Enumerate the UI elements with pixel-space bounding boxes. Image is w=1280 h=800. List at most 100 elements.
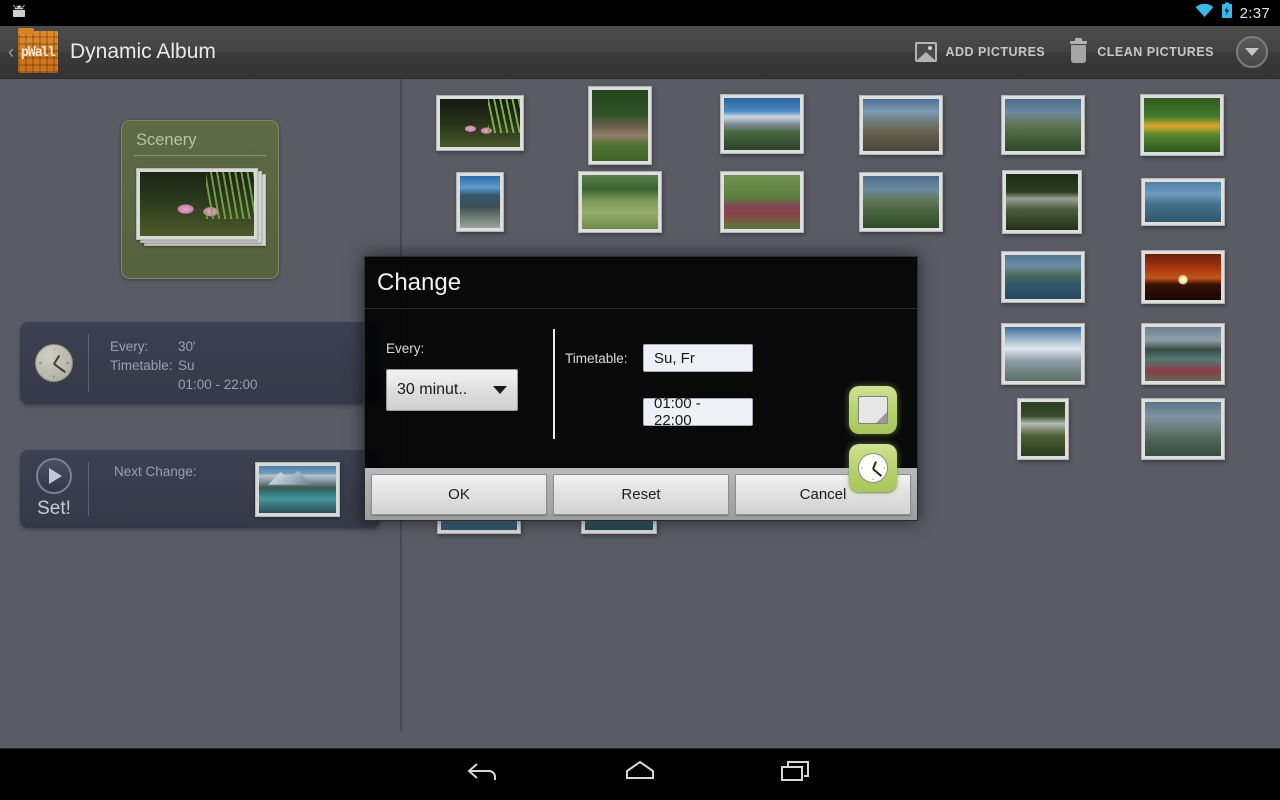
interval-dropdown[interactable]: 30 minut.. (386, 369, 518, 411)
schedule-timetable-value: Su (178, 358, 195, 373)
time-picker-button[interactable] (849, 444, 897, 492)
app-logo-icon[interactable]: pWall (18, 28, 58, 73)
bird-of-paradise-image (1144, 98, 1220, 152)
photo-thumbnail[interactable] (588, 86, 652, 165)
photo-thumbnail[interactable] (859, 95, 943, 155)
set-panel[interactable]: Set! Next Change: (20, 450, 380, 528)
hazy-mountain-image (1145, 402, 1221, 456)
calendar-icon (858, 396, 888, 424)
timetable-field[interactable]: Su, Fr (643, 344, 753, 372)
thistle-flower-image (724, 175, 800, 229)
add-pictures-button[interactable]: ADD PICTURES (903, 27, 1058, 78)
change-dialog: Change Every: 30 minut.. Timetable: Su, … (364, 256, 918, 521)
set-icon-column: Set! (20, 450, 88, 528)
photo-thumbnail[interactable] (1001, 323, 1085, 385)
album-thumbnail-stack (136, 168, 268, 246)
set-panel-separator (88, 462, 89, 516)
interval-value: 30 minut.. (397, 381, 468, 398)
timetable-label: Timetable: (565, 350, 628, 366)
hours-field[interactable]: 01:00 - 22:00 (643, 395, 753, 429)
home-icon[interactable] (617, 758, 663, 792)
up-navigation-caret[interactable]: ‹ (4, 43, 18, 62)
moai-hill-image (1005, 99, 1081, 151)
photo-thumbnail[interactable] (1001, 95, 1085, 155)
status-bar-clock: 2:37 (1239, 4, 1270, 22)
add-pictures-label: ADD PICTURES (945, 45, 1046, 59)
photo-thumbnail[interactable] (1001, 251, 1085, 303)
trash-icon (1069, 37, 1088, 64)
green-meadow-image (582, 175, 658, 229)
schedule-details: Every: 30' Timetable: Su 01:00 - 22:00 (110, 337, 258, 394)
chevron-down-icon (493, 386, 507, 394)
album-title: Scenery (136, 131, 197, 149)
album-card-scenery[interactable]: Scenery (121, 120, 279, 279)
dialog-body: Every: 30 minut.. Timetable: Su, Fr 01:0… (365, 309, 917, 492)
photo-thumbnail[interactable] (436, 95, 524, 151)
timetable-section: Timetable: Su, Fr 01:00 - 22:00 (565, 337, 753, 433)
interval-section: Every: 30 minut.. (386, 341, 536, 411)
ocean-sunset-image (1145, 254, 1221, 300)
dialog-vertical-rule (553, 329, 555, 439)
photo-thumbnail[interactable] (456, 172, 504, 232)
photo-thumbnail[interactable] (720, 94, 804, 154)
clean-pictures-button[interactable]: CLEAN PICTURES (1057, 27, 1226, 78)
volcano-statue-image (863, 99, 939, 151)
action-bar: ‹ pWall Dynamic Album ADD PICTURES CLEAN… (0, 26, 1280, 79)
sea-overlook-image (1005, 255, 1081, 299)
action-bar-actions: ADD PICTURES CLEAN PICTURES (903, 27, 1280, 78)
clock-icon (858, 453, 888, 483)
status-bar-left (0, 4, 28, 23)
photo-thumbnail[interactable] (1140, 94, 1224, 156)
schedule-panel[interactable]: Every: 30' Timetable: Su 01:00 - 22:00 (20, 322, 380, 404)
clock-icon (35, 344, 73, 382)
status-bar-right: 2:37 (1195, 2, 1280, 24)
lake-castle-image (1145, 327, 1221, 381)
photo-thumbnail[interactable] (1141, 398, 1225, 460)
next-change-thumbnail (255, 462, 340, 517)
lotus-pond-image (440, 99, 520, 147)
photo-thumbnail[interactable] (1141, 178, 1225, 226)
back-icon[interactable] (461, 758, 507, 792)
glacier-valley-image (1005, 327, 1081, 381)
clean-pictures-label: CLEAN PICTURES (1097, 45, 1214, 59)
status-bar: 2:37 (0, 0, 1280, 26)
dialog-button-bar: OK Reset Cancel (365, 468, 917, 520)
album-thumbnail-image (140, 172, 254, 236)
blue-seascape-image (1145, 182, 1221, 222)
overflow-menu-button[interactable] (1236, 36, 1268, 68)
schedule-every-value: 30' (178, 339, 196, 354)
battery-charging-icon (1221, 2, 1233, 24)
coast-road-image (863, 176, 939, 228)
set-label: Set! (37, 498, 71, 519)
android-icon (10, 4, 28, 23)
photo-thumbnail[interactable] (578, 171, 662, 233)
photo-thumbnail[interactable] (1141, 250, 1225, 304)
photo-thumbnail[interactable] (1017, 398, 1069, 460)
photo-thumbnail[interactable] (720, 171, 804, 233)
photo-thumbnail[interactable] (1141, 323, 1225, 385)
next-change-label: Next Change: (114, 464, 197, 479)
screen: 2:37 ‹ pWall Dynamic Album ADD PICTURES … (0, 0, 1280, 800)
schedule-every-label: Every: (110, 339, 149, 354)
sea-cliff-image (460, 176, 500, 228)
tall-cascade-image (1021, 402, 1065, 456)
dialog-title: Change (365, 257, 917, 309)
photo-thumbnail[interactable] (859, 172, 943, 232)
every-label: Every: (386, 341, 425, 356)
schedule-timetable-label: Timetable: (110, 358, 173, 373)
ok-button[interactable]: OK (371, 473, 547, 515)
calendar-picker-button[interactable] (849, 386, 897, 434)
recents-icon[interactable] (773, 758, 819, 792)
photo-icon (914, 42, 937, 62)
forest-path-image (592, 90, 648, 161)
photo-thumbnail[interactable] (1002, 170, 1082, 234)
reset-button[interactable]: Reset (553, 473, 729, 515)
system-nav-bar (0, 748, 1280, 800)
app-logo-label: pWall (20, 44, 56, 60)
album-title-rule (134, 155, 266, 156)
schedule-icon-column (20, 322, 88, 404)
play-icon[interactable] (36, 458, 72, 494)
wifi-icon (1195, 3, 1214, 23)
schedule-panel-separator (88, 334, 89, 392)
chevron-down-icon (1245, 48, 1259, 56)
